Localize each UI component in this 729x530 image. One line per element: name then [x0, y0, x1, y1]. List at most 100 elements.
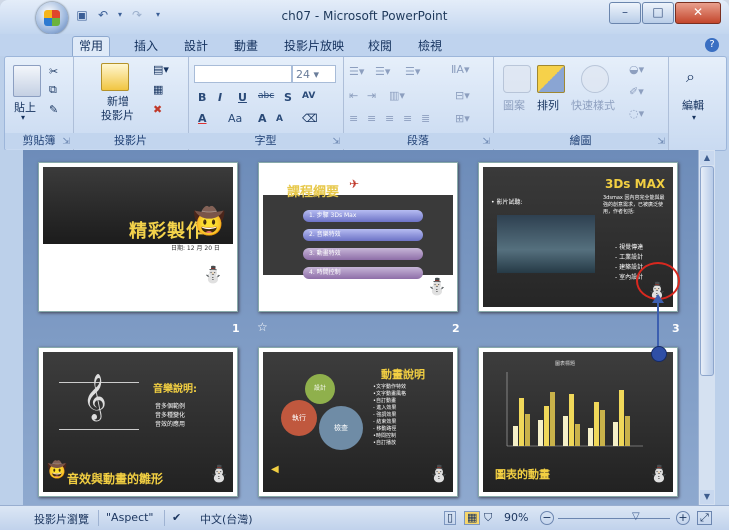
transition-star-icon[interactable]: ☆ — [257, 320, 268, 334]
maximize-button[interactable]: □ — [642, 2, 674, 24]
tab-insert[interactable]: 插入 — [128, 37, 164, 56]
shrink-font-button[interactable]: A — [276, 114, 283, 124]
numbering-icon[interactable]: ☰▾ — [375, 65, 390, 78]
slide-thumbnail-4[interactable]: 音樂說明: 𝄞 音多個範例 音多種變化 音效的應用 音效與動畫的雛形 🤠 ⛄ — [38, 347, 238, 497]
font-size-box[interactable]: 24 ▾ — [292, 65, 336, 83]
slide-3-video-image — [497, 215, 595, 273]
shadow-button[interactable]: S — [284, 91, 292, 104]
shapes-icon[interactable] — [503, 65, 531, 93]
zoom-level[interactable]: 90% — [504, 511, 528, 524]
align-text-icon[interactable]: ⊟▾ — [455, 89, 470, 102]
status-view: 投影片瀏覽 — [34, 513, 89, 526]
slide-4-caption: 音效與動畫的雛形 — [67, 472, 164, 486]
distribute-icon[interactable]: ≣ — [421, 112, 430, 125]
underline-button[interactable]: U — [238, 91, 247, 104]
slide-6-chart-bar — [588, 428, 593, 446]
slide-thumbnail-2[interactable]: 課程綱要 ✈ 1. 步驟 3Ds Max 2. 音樂特效 3. 動畫特效 4. … — [258, 162, 458, 312]
tab-design[interactable]: 設計 — [178, 37, 214, 56]
help-icon[interactable]: ? — [705, 38, 719, 52]
slide-sorter-view-icon[interactable]: ▦ — [464, 511, 481, 525]
text-direction-icon[interactable]: ⅡA▾ — [451, 63, 469, 76]
clear-format-icon[interactable]: ⌫ — [302, 112, 318, 125]
status-language[interactable]: 中文(台灣) — [200, 511, 253, 527]
paste-icon[interactable] — [13, 65, 41, 97]
vertical-scrollbar[interactable]: ▲ ▼ — [698, 150, 715, 505]
normal-view-icon[interactable]: ▯ — [444, 511, 457, 525]
status-separator — [98, 510, 99, 526]
arrange-icon[interactable] — [537, 65, 565, 93]
slide-6-chart-bar — [563, 416, 568, 446]
fit-to-window-icon[interactable]: ⤢ — [697, 511, 712, 525]
new-slide-label-2[interactable]: 投影片 — [101, 107, 134, 123]
find-icon[interactable]: ⌕ — [686, 67, 695, 87]
decrease-indent-icon[interactable]: ⇤ — [349, 89, 358, 102]
cut-icon[interactable]: ✂ — [49, 65, 58, 78]
shape-outline-icon[interactable]: ✐▾ — [629, 85, 644, 98]
tab-view[interactable]: 檢視 — [412, 37, 448, 56]
tab-review[interactable]: 校閱 — [362, 37, 398, 56]
paste-dropdown-icon[interactable]: ▾ — [21, 113, 25, 122]
slide-number-3: 3 — [672, 322, 680, 335]
smartart-icon[interactable]: ⊞▾ — [455, 112, 470, 125]
align-center-icon[interactable]: ≡ — [367, 112, 376, 125]
zoom-slider-thumb[interactable]: ▽ — [632, 511, 640, 522]
zoom-in-icon[interactable]: + — [676, 511, 690, 525]
slide-6-chart-bar — [525, 414, 530, 446]
paragraph-launcher-icon[interactable]: ⇲ — [482, 137, 490, 147]
scroll-up-icon[interactable]: ▲ — [700, 151, 714, 165]
shapes-button[interactable]: 圖案 — [503, 97, 525, 113]
slide-4-content: 音樂說明: 𝄞 音多個範例 音多種變化 音效的應用 音效與動畫的雛形 🤠 ⛄ — [43, 352, 233, 492]
drawing-launcher-icon[interactable]: ⇲ — [657, 137, 665, 147]
arrange-button[interactable]: 排列 — [537, 97, 559, 113]
shape-effects-icon[interactable]: ◌▾ — [629, 107, 644, 120]
slide-number-1: 1 — [232, 322, 240, 335]
grow-font-button[interactable]: A — [258, 112, 267, 125]
strikethrough-button[interactable]: abc — [258, 91, 274, 101]
scroll-thumb[interactable] — [700, 166, 714, 376]
tab-animations[interactable]: 動畫 — [228, 37, 264, 56]
increase-indent-icon[interactable]: ⇥ — [367, 89, 376, 102]
zoom-slider-track[interactable] — [558, 518, 670, 519]
spacing-button[interactable]: AV — [302, 91, 315, 101]
slideshow-view-icon[interactable]: ⛉ — [484, 511, 492, 525]
editing-dropdown-icon[interactable]: ▾ — [692, 113, 696, 122]
align-right-icon[interactable]: ≡ — [385, 112, 394, 125]
close-button[interactable]: ✕ — [675, 2, 721, 24]
quick-styles-button[interactable]: 快速樣式 — [571, 97, 615, 113]
font-color-button[interactable]: A — [198, 112, 207, 125]
quick-styles-icon[interactable] — [581, 65, 609, 93]
tab-home[interactable]: 常用 — [72, 36, 111, 56]
spell-check-icon[interactable]: ✔ — [172, 511, 181, 524]
minimize-button[interactable]: – — [609, 2, 641, 24]
delete-slide-icon[interactable]: ✖ — [153, 103, 162, 116]
editing-button[interactable]: 編輯 — [682, 97, 704, 113]
italic-button[interactable]: I — [218, 91, 222, 104]
justify-icon[interactable]: ≡ — [403, 112, 412, 125]
zoom-out-icon[interactable]: − — [540, 511, 554, 525]
slide-thumbnail-6[interactable]: 圖表標題 圖表的動畫 ⛄ — [478, 347, 678, 497]
line-spacing-icon[interactable]: ☰▾ — [405, 65, 420, 78]
align-left-icon[interactable]: ≡ — [349, 112, 358, 125]
tab-slideshow[interactable]: 投影片放映 — [278, 37, 350, 56]
layout-icon[interactable]: ▤▾ — [153, 63, 169, 76]
reset-icon[interactable]: ▦ — [153, 83, 163, 96]
slide-5-items: •文字動作特效 •文字動畫風格 •自訂動畫 - 進入效果 - 強調效果 - 結束… — [373, 384, 406, 447]
copy-icon[interactable]: ⧉ — [49, 83, 57, 97]
bold-button[interactable]: B — [198, 91, 206, 104]
change-case-button[interactable]: Aa — [228, 112, 242, 125]
slide-1-date: 日期: 12 月 20 日 — [171, 245, 220, 252]
slide-thumbnail-1[interactable]: 精彩製作 日期: 12 月 20 日 🤠 ⛄ — [38, 162, 238, 312]
columns-icon[interactable]: ▥▾ — [389, 89, 405, 102]
shape-fill-icon[interactable]: ◒▾ — [629, 63, 644, 76]
scroll-down-icon[interactable]: ▼ — [700, 490, 714, 504]
font-launcher-icon[interactable]: ⇲ — [332, 137, 340, 147]
new-slide-icon[interactable] — [101, 63, 129, 91]
bullets-icon[interactable]: ☰▾ — [349, 65, 364, 78]
clipboard-launcher-icon[interactable]: ⇲ — [62, 137, 70, 147]
slide-thumbnail-5[interactable]: 動畫說明 設計 執行 檢查 •文字動作特效 •文字動畫風格 •自訂動畫 - 進入… — [258, 347, 458, 497]
font-name-box[interactable] — [194, 65, 292, 83]
slide-6-chart-bar — [600, 410, 605, 446]
left-margin — [0, 150, 23, 505]
format-painter-icon[interactable]: ✎ — [49, 103, 58, 116]
group-slides: 新增 投影片 ▤▾ ▦ ✖ 投影片 — [73, 57, 189, 150]
